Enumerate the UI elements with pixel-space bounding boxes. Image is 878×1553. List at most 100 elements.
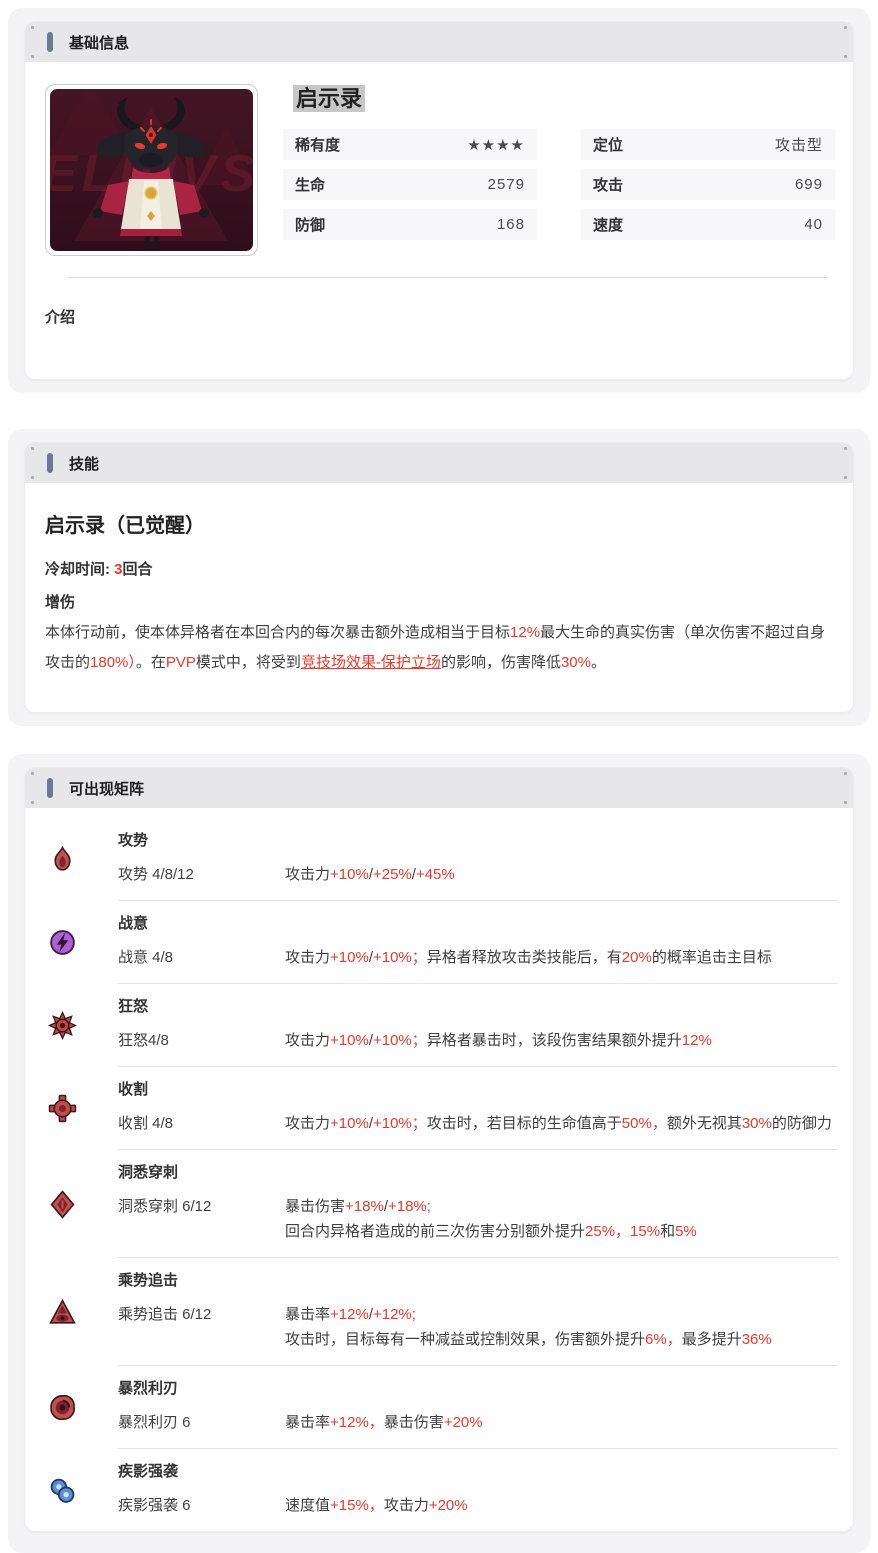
matrix-effect: 暴击伤害+18%/+18%; 回合内异格者造成的前三次伤害分别额外提升25%，15… [285, 1194, 838, 1244]
section-basic-info: 基础信息 启示录 稀有度 ★★★★ 生命 2579 防御 168 定位 攻击型 … [8, 8, 870, 393]
matrix-name: 狂怒 [118, 998, 149, 1015]
matrix-name: 收割 [118, 1081, 149, 1098]
lightning-icon [25, 901, 118, 984]
matrix-level-label: 战意 4/8 [118, 949, 174, 966]
matrix-effect-line: 回合内异格者造成的前三次伤害分别额外提升25%，15%和5% [285, 1219, 838, 1244]
skill-cooldown: 冷却时间: 3回合 [45, 561, 153, 578]
text-segment: 。 [590, 654, 606, 671]
matrix-header: 可出现矩阵 [25, 768, 853, 808]
text-segment: 6%， [645, 1331, 682, 1348]
text-segment: 36% [741, 1331, 772, 1348]
matrix-row: 狂怒4/8 攻击力+10%/+10%；异格者暴击时，该段伤害结果额外提升12% [118, 1028, 838, 1053]
matrix-item-body: 疾影强袭疾影强袭 6 速度值+15%，攻击力+20% [118, 1449, 838, 1531]
matrix-item: 收割收割 4/8 攻击力+10%/+10%；攻击时，若目标的生命值高于50%，额外… [25, 1067, 853, 1150]
text-segment: 异格者释放攻击类技能后，有 [426, 949, 622, 966]
arena-effect-link[interactable]: 竞技场效果-保护立场 [301, 654, 441, 671]
text-segment: 攻击时，目标每有一种减益或控制效果，伤害额外提升 [285, 1331, 646, 1348]
text-segment: 的概率追击主目标 [651, 949, 772, 966]
text-segment: +45% [415, 866, 455, 883]
matrix-row: 乘势追击 6/12 暴击率+12%/+12%; 攻击时，目标每有一种减益或控制效果，… [118, 1302, 838, 1352]
stats-table: 稀有度 ★★★★ 生命 2579 防御 168 定位 攻击型 攻击 699 速度 40 [283, 129, 835, 249]
skill-body: 启示录（已觉醒） 冷却时间: 3回合 增伤 本体行动前，使本体异格者在本回合内的… [25, 483, 853, 712]
skill-card: 技能 启示录（已觉醒） 冷却时间: 3回合 增伤 本体行动前，使本体异格者在本回… [25, 443, 853, 712]
matrix-item-body: 狂怒狂怒4/8 攻击力+10%/+10%；异格者暴击时，该段伤害结果额外提升12% [118, 984, 838, 1067]
stat-label: 生命 [295, 177, 326, 194]
section-marker-bar [47, 32, 53, 52]
reticle-icon [25, 1067, 118, 1150]
matrix-row: 战意 4/8 攻击力+10%/+10%；异格者释放攻击类技能后，有20%的概率追击… [118, 945, 838, 970]
matrix-effect-line: 攻击时，目标每有一种减益或控制效果，伤害额外提升6%，最多提升36% [285, 1327, 838, 1352]
matrix-effect: 暴击率+12%，暴击伤害+20% [285, 1410, 838, 1435]
handle-dot [31, 476, 34, 479]
text-segment: 5% [675, 1223, 697, 1240]
text-segment: 的防御力 [771, 1115, 832, 1132]
matrix-row: 攻势 4/8/12 攻击力+10%/+25%/+45% [118, 862, 838, 887]
matrix-item: 暴烈利刃 暴烈利刃 6 暴击率+12%，暴击伤害+20% [25, 1366, 853, 1449]
matrix-card: 可出现矩阵 攻势攻势 4/8/12 攻击力+10%/+25%/+45% 战意战意 4… [25, 768, 853, 1531]
matrix-effect-line: 攻击力+10%/+25%/+45% [285, 862, 838, 887]
text-segment: +20% [428, 1497, 468, 1514]
matrix-item-body: 洞悉穿刺 洞悉穿刺 6/12 暴击伤害+18%/+18%; 回合内异格者造成的前三次伤… [118, 1150, 838, 1258]
matrix-item: 狂怒狂怒4/8 攻击力+10%/+10%；异格者暴击时，该段伤害结果额外提升12% [25, 984, 853, 1067]
skill-description: 本体行动前，使本体异格者在本回合内的每次暴击额外造成相当于目标12%最大生命的真… [45, 618, 833, 678]
matrix-item-body: 战意战意 4/8 攻击力+10%/+10%；异格者释放攻击类技能后，有20%的概率… [118, 901, 838, 984]
handle-dot [31, 55, 34, 58]
text-segment: 暴击伤害 [285, 1198, 346, 1215]
matrix-title: 可出现矩阵 [69, 780, 145, 798]
text-segment: +12%， [330, 1414, 384, 1431]
matrix-name: 攻势 [118, 832, 149, 849]
matrix-name: 疾影强袭 [118, 1463, 179, 1480]
matrix-name: 乘势追击 [118, 1272, 179, 1289]
text-segment: 模式中，将受到 [195, 654, 301, 671]
matrix-name: 战意 [118, 915, 149, 932]
handle-dot [844, 26, 847, 29]
stat-label: 稀有度 [295, 137, 341, 154]
text-segment: 12% [681, 1032, 712, 1049]
matrix-item-body: 收割收割 4/8 攻击力+10%/+10%；攻击时，若目标的生命值高于50%，额外… [118, 1067, 838, 1150]
basic-info-card: 基础信息 启示录 稀有度 ★★★★ 生命 2579 防御 168 定位 攻击型 … [25, 22, 853, 379]
text-segment: +10%； [372, 949, 427, 966]
matrix-effect-line: 速度值+15%，攻击力+20% [285, 1493, 838, 1518]
text-segment: 暴击伤害 [383, 1414, 444, 1431]
character-name: 启示录 [293, 85, 835, 112]
stat-label: 速度 [593, 217, 624, 234]
matrix-level-label: 疾影强袭 6 [118, 1497, 191, 1514]
matrix-item-body: 乘势追击乘势追击 6/12 暴击率+12%/+12%; 攻击时，目标每有一种减益或控… [118, 1258, 838, 1366]
skill-type-tag: 增伤 [45, 594, 76, 611]
matrix-name: 暴烈利刃 [118, 1380, 179, 1397]
matrix-item-body: 攻势攻势 4/8/12 攻击力+10%/+25%/+45% [118, 818, 838, 901]
text-segment: 额外无视其 [666, 1115, 742, 1132]
text-segment: 速度值 [285, 1497, 331, 1514]
stat-label: 攻击 [593, 177, 624, 194]
matrix-level-label: 攻势 4/8/12 [118, 866, 194, 883]
text-segment: 12% [510, 624, 541, 641]
text-segment: 最多提升 [681, 1331, 742, 1348]
section-matrices: 可出现矩阵 攻势攻势 4/8/12 攻击力+10%/+25%/+45% 战意战意 4… [8, 754, 870, 1553]
section-marker-bar [47, 453, 53, 473]
text-segment: 攻击力 [383, 1497, 429, 1514]
matrix-effect: 暴击率+12%/+12%; 攻击时，目标每有一种减益或控制效果，伤害额外提升6%，… [285, 1302, 838, 1352]
matrix-row: 收割 4/8 攻击力+10%/+10%；攻击时，若目标的生命值高于50%，额外无视… [118, 1111, 838, 1136]
divider [68, 277, 827, 278]
text-segment: 50%， [621, 1115, 667, 1132]
stat-row: 攻击 699 [581, 169, 835, 200]
stat-row: 生命 2579 [283, 169, 537, 200]
matrix-effect-line: 攻击力+10%/+10%；攻击时，若目标的生命值高于50%，额外无视其30%的防… [285, 1111, 838, 1136]
matrix-level-label: 狂怒4/8 [118, 1032, 169, 1049]
text-segment: 暴击率 [285, 1414, 331, 1431]
handle-dot [31, 801, 34, 804]
text-segment: +18% [345, 1198, 384, 1215]
stats-column-right: 定位 攻击型 攻击 699 速度 40 [581, 129, 835, 249]
matrix-item: 洞悉穿刺 洞悉穿刺 6/12 暴击伤害+18%/+18%; 回合内异格者造成的前三次伤… [25, 1150, 853, 1258]
handle-dot [844, 476, 847, 479]
cooldown-value: 3 [114, 561, 123, 578]
matrix-list: 攻势 攻势 4/8/12 攻击力+10%/+25%/+45% 战意 战意 4/8 攻击力+… [25, 808, 853, 1531]
swirl-icon [25, 1366, 118, 1449]
kite-icon [25, 1150, 118, 1258]
matrix-row: 疾影强袭 6 速度值+15%，攻击力+20% [118, 1493, 838, 1518]
matrix-item-body: 暴烈利刃 暴烈利刃 6 暴击率+12%，暴击伤害+20% [118, 1366, 838, 1449]
text-segment: 的影响，伤害降低 [440, 654, 561, 671]
matrix-item: 攻势攻势 4/8/12 攻击力+10%/+25%/+45% [25, 818, 853, 901]
handle-dot [844, 801, 847, 804]
text-segment: 25%， [585, 1223, 631, 1240]
